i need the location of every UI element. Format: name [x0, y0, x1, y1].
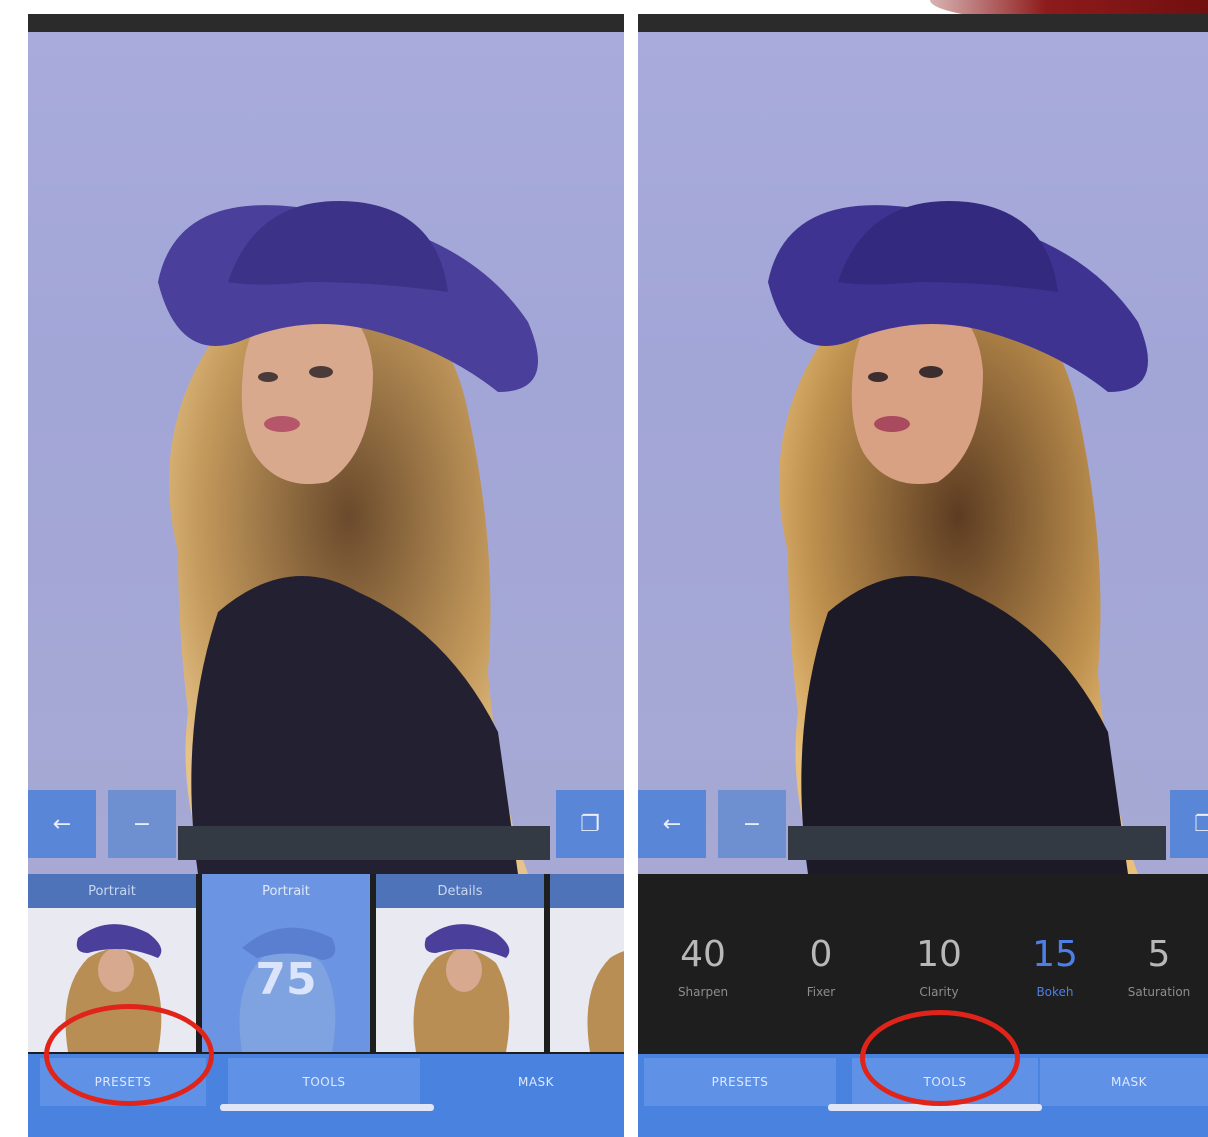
preset-card-active[interactable]: Portrait 75: [202, 874, 370, 1052]
back-button[interactable]: ←: [28, 790, 96, 858]
adjustment-label: Fixer: [806, 985, 836, 999]
split-icon: −: [132, 811, 152, 837]
annotation-circle: [860, 1010, 1020, 1106]
adjustment-label: Bokeh: [1036, 985, 1074, 999]
adjustment-value: 5: [1147, 934, 1171, 975]
arrow-left-icon: ←: [662, 811, 682, 837]
screen-divider: [624, 14, 638, 1137]
split-icon: −: [742, 811, 762, 837]
status-bar: [638, 14, 1208, 32]
arrow-left-icon: ←: [52, 811, 72, 837]
tab-mask[interactable]: MASK: [448, 1058, 624, 1106]
compare-button[interactable]: −: [718, 790, 786, 858]
adjustment-sharpen[interactable]: 40 Sharpen: [648, 934, 758, 999]
adjustment-label: Sharpen: [677, 985, 729, 999]
compare-button[interactable]: −: [108, 790, 176, 858]
adjustment-saturation[interactable]: 5 Saturation: [1104, 934, 1208, 999]
annotation-circle: [44, 1004, 214, 1106]
left-screen: ← − ❐ Portrait Portrait 75 Details PRESE…: [28, 14, 624, 1137]
portrait-illustration: [158, 201, 538, 874]
adjustment-value: 10: [916, 934, 962, 975]
adjustment-clarity[interactable]: 10 Clarity: [884, 934, 994, 999]
preset-card[interactable]: Details: [376, 874, 544, 1052]
status-bar: [28, 14, 624, 32]
home-indicator: [220, 1104, 434, 1111]
photo-preview: [638, 32, 1208, 874]
progress-track: [788, 826, 1166, 860]
adjustment-value: 0: [809, 934, 833, 975]
portrait-illustration: [768, 201, 1148, 874]
tab-tools[interactable]: TOOLS: [228, 1058, 420, 1106]
share-button[interactable]: ❐: [1170, 790, 1208, 858]
preset-card[interactable]: [550, 874, 624, 1052]
tab-mask[interactable]: MASK: [1040, 1058, 1208, 1106]
progress-track: [178, 826, 550, 860]
preset-intensity: 75: [255, 954, 317, 1005]
preset-label: [550, 874, 624, 908]
share-button[interactable]: ❐: [556, 790, 624, 858]
adjustment-value: 40: [680, 934, 726, 975]
preset-label: Portrait: [202, 874, 370, 908]
adjustment-label: Saturation: [1127, 985, 1191, 999]
preset-label: Details: [376, 874, 544, 908]
adjustment-fixer[interactable]: 0 Fixer: [766, 934, 876, 999]
adjustment-bokeh[interactable]: 15 Bokeh: [1000, 934, 1110, 999]
back-button[interactable]: ←: [638, 790, 706, 858]
adjustment-value: 15: [1032, 934, 1078, 975]
right-screen: ← − ❐ 40 Sharpen 0 Fixer 10 Clarity 15 B…: [638, 14, 1208, 1137]
share-icon: ❐: [1194, 811, 1208, 837]
preset-label: Portrait: [28, 874, 196, 908]
tab-presets[interactable]: PRESETS: [644, 1058, 836, 1106]
preset-thumbnail: [550, 908, 624, 1052]
photo-preview: [28, 32, 624, 874]
preset-thumbnail: [376, 908, 544, 1052]
adjustment-label: Clarity: [919, 985, 959, 999]
share-icon: ❐: [580, 811, 600, 837]
